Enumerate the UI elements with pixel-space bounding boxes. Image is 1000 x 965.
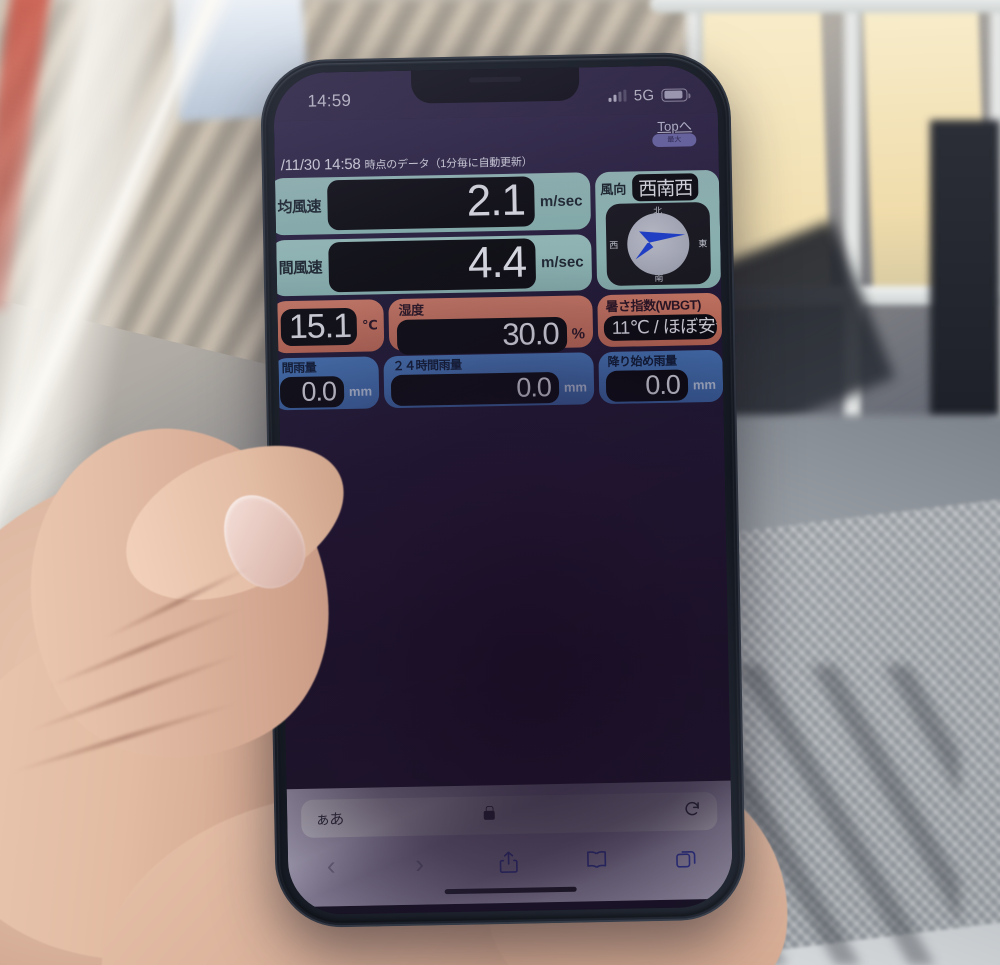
photograph-scene: 14:59 5G Topへ 最大 /11/30 14:58 時点のデータ（1分毎… xyxy=(0,0,1000,965)
card-rainfall-since-start[interactable]: 降り始め雨量 0.0 mm xyxy=(598,349,724,405)
average-wind-speed-unit: m/sec xyxy=(539,192,583,210)
rainfall-24h-value-box: 0.0 xyxy=(390,371,560,407)
humidity-inner: 30.0 % xyxy=(396,315,586,356)
rainfall-since-value: 0.0 xyxy=(645,369,681,401)
wind-direction-value: 西南西 xyxy=(631,173,699,202)
rainfall-24h-value: 0.0 xyxy=(516,372,552,403)
share-icon xyxy=(499,851,518,873)
humidity-value: 30.0 xyxy=(501,315,559,352)
lock-icon xyxy=(483,810,495,820)
web-page-content: Topへ 最大 /11/30 14:58 時点のデータ（1分毎に自動更新） 均風… xyxy=(273,112,731,790)
wind-direction-label: 風向 xyxy=(600,181,627,198)
gust-wind-speed-unit: m/sec xyxy=(540,253,584,272)
safari-tool-row: ‹ › xyxy=(302,830,719,881)
fence-bar-horizontal-top xyxy=(650,0,1000,13)
rainfall-since-label: 降り始め雨量 xyxy=(607,353,677,369)
text-size-button[interactable]: ぁあ xyxy=(315,808,343,830)
card-wbgt[interactable]: 暑さ指数(WBGT) 11℃ / ほぼ安全 xyxy=(597,292,723,348)
temperature-value: 15.1 xyxy=(288,306,352,346)
status-bar-indicators: 5G xyxy=(608,86,688,105)
card-24h-rainfall[interactable]: ２４時間雨量 0.0 mm xyxy=(383,352,595,409)
temperature-unit: ℃ xyxy=(361,317,378,333)
card-temperature[interactable]: 15.1 ℃ xyxy=(273,299,385,354)
temperature-value-box: 15.1 xyxy=(280,306,358,346)
compass-dial xyxy=(626,212,690,276)
notch xyxy=(410,67,580,104)
hourly-rainfall-inner: 0.0 mm xyxy=(279,375,373,409)
cellular-bars-icon xyxy=(608,89,627,102)
background-dark-gap xyxy=(930,120,1000,420)
wbgt-label: 暑さ指数(WBGT) xyxy=(605,297,701,314)
gust-wind-speed-value: 4.4 xyxy=(467,237,527,288)
safari-toolbar: ぁあ ‹ › xyxy=(286,780,733,908)
card-humidity[interactable]: 湿度 30.0 % xyxy=(388,295,594,356)
status-bar-time: 14:59 xyxy=(307,90,352,111)
gust-wind-speed-value-box: 4.4 xyxy=(327,237,537,293)
reload-icon[interactable] xyxy=(683,800,701,823)
share-button[interactable] xyxy=(491,847,526,878)
gust-wind-speed-label: 間風速 xyxy=(278,259,323,278)
hourly-rainfall-unit: mm xyxy=(348,383,373,399)
wind-speed-column: 均風速 2.1 m/sec 間風速 4.4 m/sec xyxy=(273,172,593,297)
card-gust-wind-speed[interactable]: 間風速 4.4 m/sec xyxy=(273,233,593,297)
safari-address-bar[interactable]: ぁあ xyxy=(300,791,718,838)
chevron-right-icon: › xyxy=(415,848,425,879)
top-link[interactable]: Topへ xyxy=(657,115,692,135)
humidity-value-box: 30.0 xyxy=(396,315,568,356)
home-indicator[interactable] xyxy=(444,886,577,895)
compass-widget: 北 南 西 東 xyxy=(605,201,712,286)
card-hourly-rainfall[interactable]: 間雨量 0.0 mm xyxy=(273,356,380,411)
network-type-label: 5G xyxy=(633,86,655,104)
battery-icon xyxy=(661,87,688,102)
book-icon xyxy=(587,851,607,869)
weather-row-temp: 15.1 ℃ 湿度 30.0 % 暑さ指数(WBGT) 11℃ / ほぼ安全 xyxy=(273,292,723,359)
timestamp-value: /11/30 14:58 xyxy=(280,155,361,175)
rainfall-since-value-box: 0.0 xyxy=(605,369,689,403)
rainfall-since-unit: mm xyxy=(692,376,717,393)
wind-direction-header: 風向 西南西 xyxy=(600,173,714,202)
forward-button[interactable]: › xyxy=(402,848,437,879)
wbgt-value: 11℃ / ほぼ安全 xyxy=(611,315,718,338)
weather-grid: 均風速 2.1 m/sec 間風速 4.4 m/sec 風向 西南西 北 南 西… xyxy=(273,169,724,416)
weather-row-wind: 均風速 2.1 m/sec 間風速 4.4 m/sec 風向 西南西 北 南 西… xyxy=(273,169,722,302)
back-button[interactable]: ‹ xyxy=(314,850,349,881)
rainfall-since-inner: 0.0 mm xyxy=(605,369,717,403)
compass-east-label: 東 xyxy=(698,238,708,249)
average-wind-speed-value: 2.1 xyxy=(466,175,526,226)
rainfall-24h-unit: mm xyxy=(563,379,588,395)
earpiece-speaker xyxy=(469,76,522,83)
wbgt-value-box: 11℃ / ほぼ安全 xyxy=(603,313,718,342)
chevron-left-icon: ‹ xyxy=(326,850,336,881)
tabs-icon xyxy=(675,850,696,868)
timestamp-note: 時点のデータ（1分毎に自動更新） xyxy=(364,156,533,172)
hourly-rainfall-value-box: 0.0 xyxy=(279,376,345,409)
hourly-rainfall-label: 間雨量 xyxy=(281,360,317,376)
card-average-wind-speed[interactable]: 均風速 2.1 m/sec xyxy=(273,172,592,235)
compass-west-label: 西 xyxy=(609,240,619,251)
bookmarks-button[interactable] xyxy=(579,845,614,876)
hourly-rainfall-value: 0.0 xyxy=(301,376,337,407)
tabs-button[interactable] xyxy=(668,843,703,874)
compass-needle-icon xyxy=(635,231,686,260)
top-badge[interactable]: 最大 xyxy=(652,133,697,148)
humidity-unit: % xyxy=(571,325,586,343)
card-wind-direction[interactable]: 風向 西南西 北 南 西 東 xyxy=(594,169,722,291)
average-wind-speed-value-box: 2.1 xyxy=(326,175,536,231)
weather-row-rain: 間雨量 0.0 mm ２４時間雨量 0.0 mm 降り始め雨量 0.0 mm xyxy=(273,349,724,416)
average-wind-speed-label: 均風速 xyxy=(277,198,322,217)
rainfall-24h-inner: 0.0 mm xyxy=(390,371,588,407)
